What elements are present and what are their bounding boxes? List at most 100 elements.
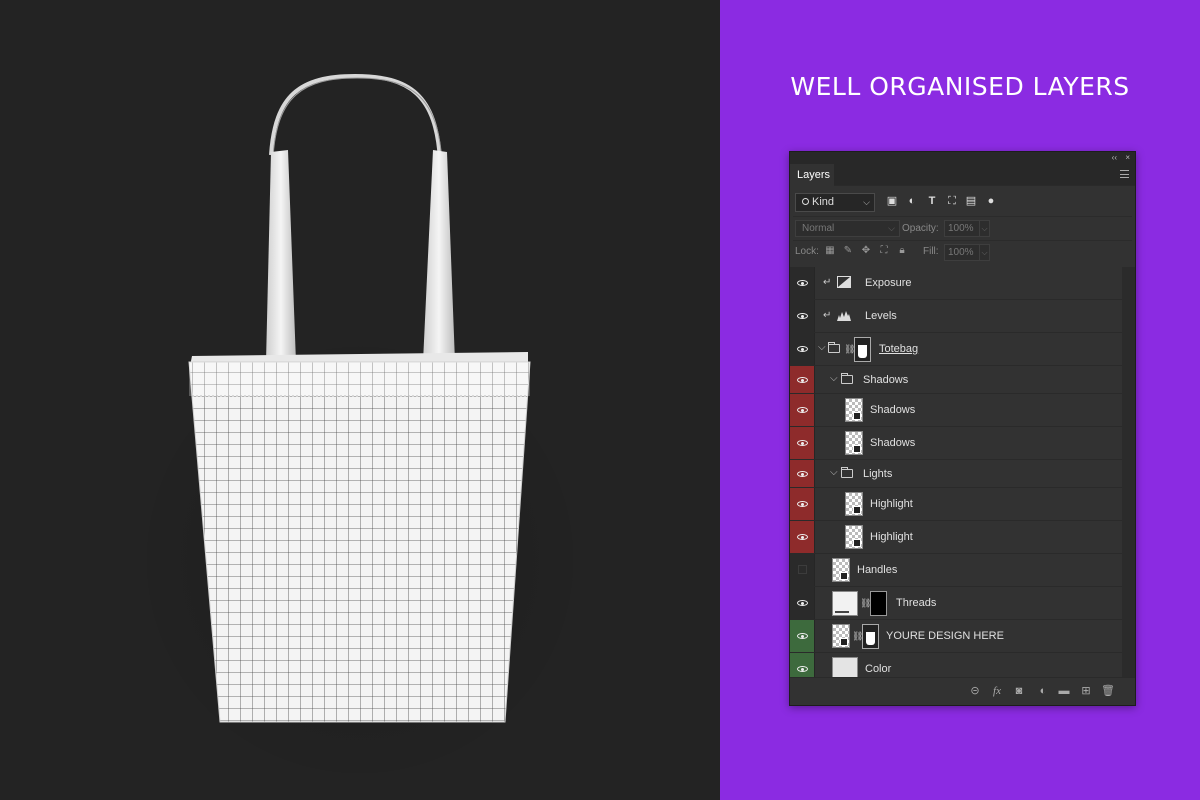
group-mask-thumbnail[interactable] [854,337,871,362]
eye-icon [797,376,808,383]
folder-icon [828,342,840,353]
layer-name: Exposure [865,277,912,289]
layer-shadows[interactable]: Shadows [790,427,1122,460]
chevron-down-icon: ⌵ [863,197,870,207]
layer-group-lights[interactable]: ⌵ Lights [790,460,1122,488]
lock-position-icon[interactable]: ✥ [860,245,872,256]
add-mask-icon[interactable]: ◙ [1012,685,1026,698]
eye-icon [797,346,808,352]
smart-object-badge-icon [853,539,861,547]
visibility-toggle[interactable] [790,460,815,487]
smart-object-badge-icon [840,572,848,580]
eye-icon [797,633,808,639]
visibility-toggle[interactable] [790,554,815,586]
clip-arrow-icon: ↵ [823,310,832,321]
shape-filter-icon[interactable]: ⛶ [946,195,958,207]
chevron-down-icon[interactable]: ⌵ [818,342,826,353]
layer-mask-thumbnail[interactable] [862,624,879,649]
layer-mask-thumbnail[interactable] [870,591,887,616]
smart-object-badge-icon [840,638,848,646]
chevron-down-icon[interactable]: ⌵ [830,373,838,384]
adjustment-layer-icon[interactable]: ◐ [1036,685,1050,698]
fill-label: Fill: [923,246,939,257]
handle-loop [269,73,442,161]
layer-thumbnail[interactable] [832,558,850,582]
layer-name: Totebag [879,343,919,355]
layer-shadows[interactable]: Shadows [790,394,1122,427]
layer-thumbnail[interactable] [832,591,858,616]
tote-bag-mockup [130,73,590,790]
filter-kind-select[interactable]: Kind ⌵ [795,193,875,212]
layer-highlight[interactable]: Highlight [790,488,1122,521]
bag-body [189,362,530,722]
filter-toggle-icon[interactable]: ● [985,195,997,207]
layer-highlight[interactable]: Highlight [790,521,1122,554]
visibility-toggle[interactable] [790,620,815,652]
eye-icon [797,280,808,286]
type-filter-icon[interactable]: T [926,195,938,207]
visibility-toggle[interactable] [790,521,815,553]
layer-thumbnail[interactable] [832,624,850,648]
new-group-icon[interactable]: ▬ [1057,685,1071,698]
lock-paint-icon[interactable]: ✎ [842,245,854,256]
layer-name: Color [865,663,892,675]
panel-footer: ⊝ fx ◙ ◐ ▬ ⊞ 🗑︎ [790,677,1135,705]
lock-label: Lock: [795,246,819,257]
link-layers-icon[interactable]: ⊝ [968,685,982,698]
levels-adjustment-icon [837,311,851,321]
visibility-toggle[interactable] [790,267,815,299]
close-icon[interactable]: × [1125,152,1130,164]
tab-layers[interactable]: Layers [790,164,834,186]
layer-name: Shadows [870,437,916,449]
smart-object-badge-icon [853,445,861,453]
visibility-toggle[interactable] [790,427,815,459]
layer-group-shadows[interactable]: ⌵ Shadows [790,366,1122,394]
layer-name: Highlight [870,531,913,543]
lock-transparency-icon[interactable]: ▦ [824,245,836,256]
opacity-field[interactable]: 100% ⌵ [944,220,990,237]
layer-your-design[interactable]: ⛓ YOURE DESIGN HERE [790,620,1122,653]
right-strap [423,150,455,362]
left-strap [266,150,296,362]
layer-exposure[interactable]: ↵ Exposure [790,267,1122,300]
smart-object-badge-icon [853,412,861,420]
fill-field[interactable]: 100% ⌵ [944,244,990,261]
layer-thumbnail[interactable] [845,525,863,549]
layer-name: Lights [863,467,893,480]
visibility-toggle[interactable] [790,394,815,426]
blend-mode-select[interactable]: Normal ⌵ [795,220,900,237]
visibility-toggle[interactable] [790,300,815,332]
exposure-adjustment-icon [837,276,851,288]
layers-scrollbar[interactable] [1122,267,1135,678]
panel-menu-icon[interactable] [1120,170,1129,178]
folder-icon [841,372,853,384]
eye-icon [797,313,808,319]
layer-thumbnail[interactable] [845,431,863,455]
layer-group-totebag[interactable]: ⌵ ⛓ Totebag [790,333,1122,366]
adjustment-filter-icon[interactable]: ◐ [906,195,918,207]
new-layer-icon[interactable]: ⊞ [1079,685,1093,698]
layer-name: Levels [865,310,897,322]
visibility-toggle[interactable] [790,366,815,393]
trash-icon[interactable]: 🗑︎ [1101,685,1115,698]
collapse-icon[interactable]: ‹‹ [1112,152,1117,164]
pixel-filter-icon[interactable]: ▣ [886,195,898,207]
chevron-down-icon[interactable]: ⌵ [830,467,838,478]
layer-levels[interactable]: ↵ Levels [790,300,1122,333]
visibility-toggle[interactable] [790,488,815,520]
clip-arrow-icon: ↵ [823,277,832,288]
panel-topbar: ‹‹ × [790,152,1135,164]
lock-artboard-icon[interactable]: ⛶ [878,245,890,256]
layer-name: Shadows [863,373,909,386]
visibility-toggle[interactable] [790,333,815,365]
smart-object-filter-icon[interactable]: ▤ [965,195,977,207]
layer-thumbnail[interactable] [845,492,863,516]
layer-threads[interactable]: ⛓ Threads [790,587,1122,620]
fx-icon[interactable]: fx [990,685,1004,698]
eye-icon [797,666,808,672]
layer-thumbnail[interactable] [845,398,863,422]
visibility-toggle[interactable] [790,587,815,619]
lock-all-icon[interactable]: 🔒︎ [896,245,908,256]
eye-icon [797,407,808,413]
layer-handles[interactable]: Handles [790,554,1122,587]
